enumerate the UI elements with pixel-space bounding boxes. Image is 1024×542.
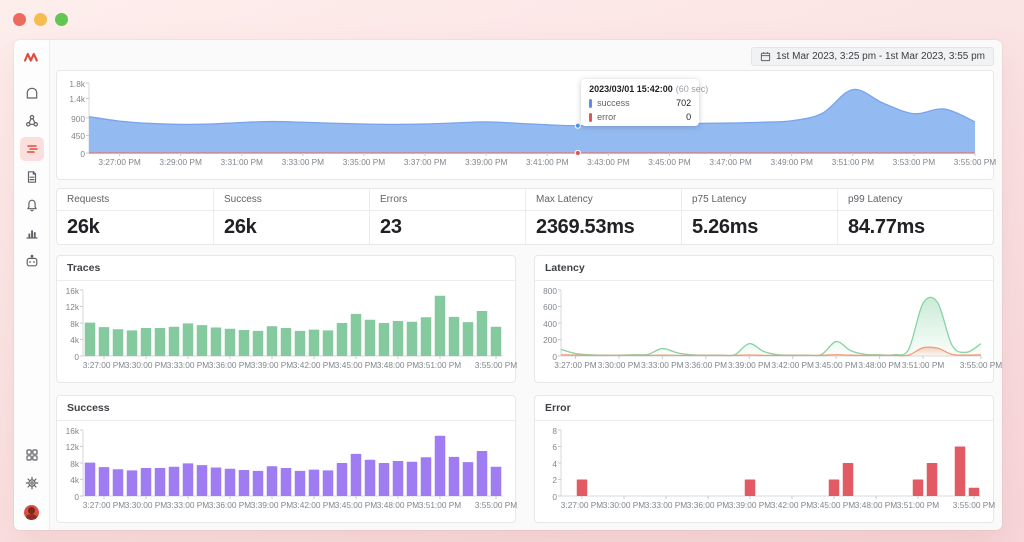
zoom-window-button[interactable]	[55, 13, 68, 26]
sidebar-item-infrastructure[interactable]	[20, 109, 44, 133]
y-tick-label: 12k	[57, 302, 79, 312]
grid-icon	[24, 447, 40, 463]
y-tick-label: 4k	[57, 475, 79, 485]
tooltip-error-label: error	[597, 112, 616, 122]
sidebar-item-apps[interactable]	[20, 443, 44, 467]
y-tick-label: 4	[535, 459, 557, 469]
close-window-button[interactable]	[13, 13, 26, 26]
tooltip-success-label: success	[597, 98, 630, 108]
y-tick-label: 4k	[57, 335, 79, 345]
date-range-label: 1st Mar 2023, 3:25 pm - 1st Mar 2023, 3:…	[776, 51, 985, 62]
tooltip-row-error: error 0	[589, 112, 691, 122]
topbar: 1st Mar 2023, 3:25 pm - 1st Mar 2023, 3:…	[56, 44, 994, 68]
y-tick-label: 1.4k	[63, 94, 85, 104]
date-range-picker[interactable]: 1st Mar 2023, 3:25 pm - 1st Mar 2023, 3:…	[751, 47, 994, 66]
minimize-window-button[interactable]	[34, 13, 47, 26]
stat-label-p75-latency: p75 Latency	[681, 189, 837, 210]
stat-value-errors: 23	[369, 211, 525, 244]
tooltip-timestamp: 2023/03/01 15:42:00	[589, 84, 673, 94]
calendar-icon	[760, 51, 771, 62]
traces-panel-title: Traces	[57, 256, 515, 281]
sidebar-item-assistant[interactable]	[20, 249, 44, 273]
error-panel: Error 024683:27:00 PM3:30:00 PM3:33:00 P…	[534, 395, 994, 523]
x-tick-label: 3:55:00 PM	[937, 500, 1002, 510]
requests-area-chart[interactable]: 04509001.4k1.8k3:27:00 PM3:29:00 PM3:31:…	[63, 75, 987, 171]
stat-label-success: Success	[213, 189, 369, 210]
bell-icon	[24, 197, 40, 213]
trace-list-icon	[24, 141, 40, 157]
y-tick-label: 8k	[57, 459, 79, 469]
stat-value-requests: 26k	[57, 211, 213, 244]
tooltip-success-value: 702	[676, 98, 691, 108]
y-tick-label: 800	[535, 286, 557, 296]
success-panel: Success 04k8k12k16k3:27:00 PM3:30:00 PM3…	[56, 395, 516, 523]
success-panel-title: Success	[57, 396, 515, 421]
stat-value-max-latency: 2369.53ms	[525, 211, 681, 244]
y-tick-label: 8	[535, 426, 557, 436]
stat-label-errors: Errors	[369, 189, 525, 210]
y-tick-label: 8k	[57, 319, 79, 329]
stat-value-p99-latency: 84.77ms	[837, 211, 993, 244]
latency-area-chart[interactable]: 02004006008003:27:00 PM3:30:00 PM3:33:00…	[535, 284, 993, 374]
y-tick-label: 200	[535, 335, 557, 345]
sidebar-item-reports[interactable]	[20, 221, 44, 245]
y-tick-label: 600	[535, 302, 557, 312]
error-chip	[589, 113, 592, 122]
traces-panel: Traces 04k8k12k16k3:27:00 PM3:30:00 PM3:…	[56, 255, 516, 383]
y-tick-label: 2	[535, 475, 557, 485]
document-icon	[24, 169, 40, 185]
sidebar-item-settings[interactable]	[20, 471, 44, 495]
error-panel-title: Error	[535, 396, 993, 421]
tooltip-window: (60 sec)	[676, 84, 709, 94]
y-tick-label: 6	[535, 442, 557, 452]
tooltip-error-value: 0	[686, 112, 691, 122]
success-bar-chart[interactable]: 04k8k12k16k3:27:00 PM3:30:00 PM3:33:00 P…	[57, 424, 515, 514]
x-tick-label: 3:55:00 PM	[938, 157, 1002, 167]
stat-label-max-latency: Max Latency	[525, 189, 681, 210]
sidebar-item-apm-traces[interactable]	[20, 137, 44, 161]
app-window: 1st Mar 2023, 3:25 pm - 1st Mar 2023, 3:…	[14, 40, 1002, 530]
y-tick-label: 450	[63, 131, 85, 141]
user-avatar[interactable]	[24, 505, 39, 520]
requests-timeseries-card: 04509001.4k1.8k3:27:00 PM3:29:00 PM3:31:…	[56, 70, 994, 180]
sidebar-item-alerts[interactable]	[20, 193, 44, 217]
bar-chart-icon	[24, 225, 40, 241]
y-tick-label: 900	[63, 114, 85, 124]
bot-icon	[24, 253, 40, 269]
stats-summary: Requests Success Errors Max Latency p75 …	[56, 188, 994, 245]
error-bar-chart[interactable]: 024683:27:00 PM3:30:00 PM3:33:00 PM3:36:…	[535, 424, 993, 514]
x-tick-label: 3:55:00 PM	[459, 500, 533, 510]
nodes-icon	[24, 113, 40, 129]
tooltip-row-success: success 702	[589, 98, 691, 108]
y-tick-label: 12k	[57, 442, 79, 452]
x-tick-label: 3:55:00 PM	[944, 360, 1002, 370]
latency-panel-title: Latency	[535, 256, 993, 281]
gear-icon	[24, 475, 40, 491]
stat-label-p99-latency: p99 Latency	[837, 189, 993, 210]
sidebar	[14, 40, 50, 530]
sidebar-item-logs[interactable]	[20, 165, 44, 189]
home-icon	[24, 85, 40, 101]
traces-bar-chart[interactable]: 04k8k12k16k3:27:00 PM3:30:00 PM3:33:00 P…	[57, 284, 515, 374]
stat-label-requests: Requests	[57, 189, 213, 210]
chart-grid: Traces 04k8k12k16k3:27:00 PM3:30:00 PM3:…	[56, 255, 994, 523]
middleware-logo-icon	[23, 50, 40, 69]
stat-value-success: 26k	[213, 211, 369, 244]
latency-panel: Latency 02004006008003:27:00 PM3:30:00 P…	[534, 255, 994, 383]
y-tick-label: 16k	[57, 286, 79, 296]
x-tick-label: 3:55:00 PM	[459, 360, 533, 370]
stat-value-p75-latency: 5.26ms	[681, 211, 837, 244]
success-chip	[589, 99, 592, 108]
y-tick-label: 16k	[57, 426, 79, 436]
main-content: 1st Mar 2023, 3:25 pm - 1st Mar 2023, 3:…	[50, 40, 1002, 530]
y-tick-label: 400	[535, 319, 557, 329]
y-tick-label: 1.8k	[63, 79, 85, 89]
window-controls	[13, 13, 68, 26]
sidebar-item-home[interactable]	[20, 81, 44, 105]
chart-tooltip: 2023/03/01 15:42:00(60 sec) success 702 …	[581, 79, 699, 126]
